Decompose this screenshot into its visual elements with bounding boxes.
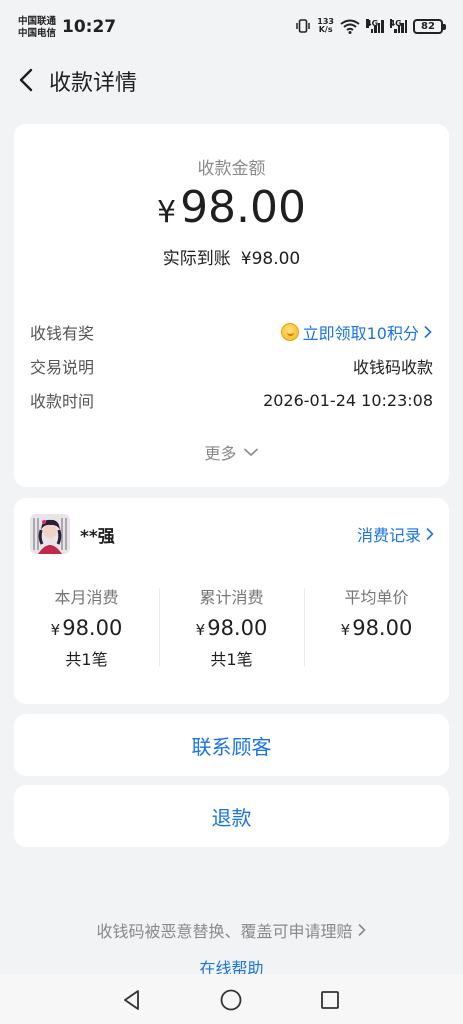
nav-home-icon	[220, 989, 242, 1011]
nav-back-button[interactable]	[120, 988, 144, 1012]
detail-label: 交易说明	[30, 358, 95, 377]
claim-points-text: 立即领取10积分	[302, 324, 419, 343]
net-speed: 133 K/s	[317, 18, 334, 34]
battery-icon: 82	[413, 18, 446, 34]
back-arrow-icon	[19, 68, 33, 92]
nav-recents-icon	[321, 991, 339, 1009]
nav-back-icon	[124, 990, 139, 1010]
claim-points-link[interactable]: 立即领取10积分	[280, 320, 433, 344]
claim-compensation-text: 收钱码被恶意替换、覆盖可申请理赔	[96, 922, 353, 941]
more-label: 更多	[204, 444, 237, 463]
carrier-2: 中国电信	[18, 28, 57, 39]
amount-number: 98.00	[180, 182, 307, 233]
system-nav-bar	[0, 974, 463, 1024]
coin-icon	[280, 323, 299, 341]
received-amount: 实际到账 ¥98.00	[14, 244, 449, 269]
chevron-right-icon	[426, 527, 434, 541]
more-button[interactable]: 更多	[14, 440, 449, 464]
contact-customer-button[interactable]: 联系顾客	[14, 714, 449, 776]
status-icons: 133 K/s 4G 4G 82	[295, 18, 446, 34]
stat-currency: ¥	[50, 621, 61, 639]
stat-number: 98.00	[207, 616, 268, 640]
amount-label: 收款金额	[197, 159, 266, 179]
net-speed-unit: K/s	[318, 25, 333, 34]
avatar-image	[30, 514, 70, 554]
stat-average: 平均单价 ¥98.00	[304, 584, 449, 668]
chevron-right-icon	[424, 325, 432, 339]
page-title: 收款详情	[49, 71, 138, 96]
stat-count: 共1笔	[210, 650, 253, 669]
received-value: ¥98.00	[240, 249, 301, 269]
detail-row-reward: 收钱有奖 立即领取10积分	[30, 320, 433, 344]
chevron-right-icon	[357, 923, 366, 937]
receipt-detail-page: 中国联通 中国电信 10:27 133 K/s 4G 4G 82 收款详情 收款…	[0, 0, 463, 1024]
vibrate-icon	[296, 19, 311, 33]
received-label: 实际到账	[162, 249, 231, 269]
signal-icon: 4G	[389, 19, 407, 33]
stat-currency: ¥	[195, 621, 206, 639]
claim-compensation-link[interactable]: 收钱码被恶意替换、覆盖可申请理赔	[0, 918, 463, 942]
currency-symbol: ¥	[156, 195, 177, 230]
detail-value: 2026-01-24 10:23:08	[263, 390, 433, 410]
stat-label: 累计消费	[199, 588, 264, 607]
detail-row-description: 交易说明 收钱码收款	[30, 354, 433, 378]
customer-card: **强 消费记录 本月消费 ¥98.00 共1笔 累计消费 ¥98.00 共1笔…	[14, 498, 449, 704]
stat-month: 本月消费 ¥98.00 共1笔	[14, 584, 159, 669]
customer-name: **强	[80, 527, 115, 547]
stat-number: 98.00	[352, 616, 413, 640]
nav-home-button[interactable]	[219, 988, 243, 1012]
amount-value: ¥98.00	[14, 182, 449, 233]
refund-button[interactable]: 退款	[14, 785, 449, 847]
signal-icon: 4G	[366, 19, 384, 33]
stat-count: 共1笔	[65, 650, 108, 669]
wifi-icon	[340, 19, 360, 34]
back-button[interactable]	[12, 64, 42, 96]
title-bar: 收款详情	[0, 56, 463, 104]
stat-value: ¥98.00	[304, 616, 449, 640]
detail-value: 收钱码收款	[352, 358, 433, 377]
stat-currency: ¥	[340, 621, 351, 639]
chevron-down-icon	[243, 448, 258, 457]
carrier-names: 中国联通 中国电信	[18, 16, 56, 40]
status-bar: 中国联通 中国电信 10:27 133 K/s 4G 4G 82	[0, 0, 463, 52]
detail-label: 收钱有奖	[30, 324, 95, 343]
refund-label: 退款	[211, 805, 252, 830]
status-time: 10:27	[62, 17, 117, 37]
detail-row-time: 收款时间 2026-01-24 10:23:08	[30, 388, 433, 412]
nav-recents-button[interactable]	[318, 988, 342, 1012]
consumption-records-link[interactable]: 消费记录	[357, 522, 435, 546]
amount-card: 收款金额 ¥98.00 实际到账 ¥98.00 收钱有奖 立即领取10积分 交易说…	[14, 124, 449, 487]
avatar[interactable]	[30, 514, 70, 554]
stat-total: 累计消费 ¥98.00 共1笔	[159, 584, 304, 669]
stat-value: ¥98.00	[159, 616, 304, 640]
stat-number: 98.00	[62, 616, 123, 640]
contact-customer-label: 联系顾客	[191, 734, 272, 759]
stat-label: 本月消费	[54, 588, 119, 607]
carrier-1: 中国联通	[18, 16, 57, 27]
detail-label: 收款时间	[30, 392, 95, 411]
customer-stats: 本月消费 ¥98.00 共1笔 累计消费 ¥98.00 共1笔 平均单价 ¥98…	[14, 584, 449, 669]
stat-value: ¥98.00	[14, 616, 159, 640]
records-link-label: 消费记录	[356, 526, 421, 545]
stat-label: 平均单价	[344, 588, 409, 607]
signal-2-label: 4G	[389, 19, 402, 28]
signal-1-label: 4G	[366, 19, 379, 28]
